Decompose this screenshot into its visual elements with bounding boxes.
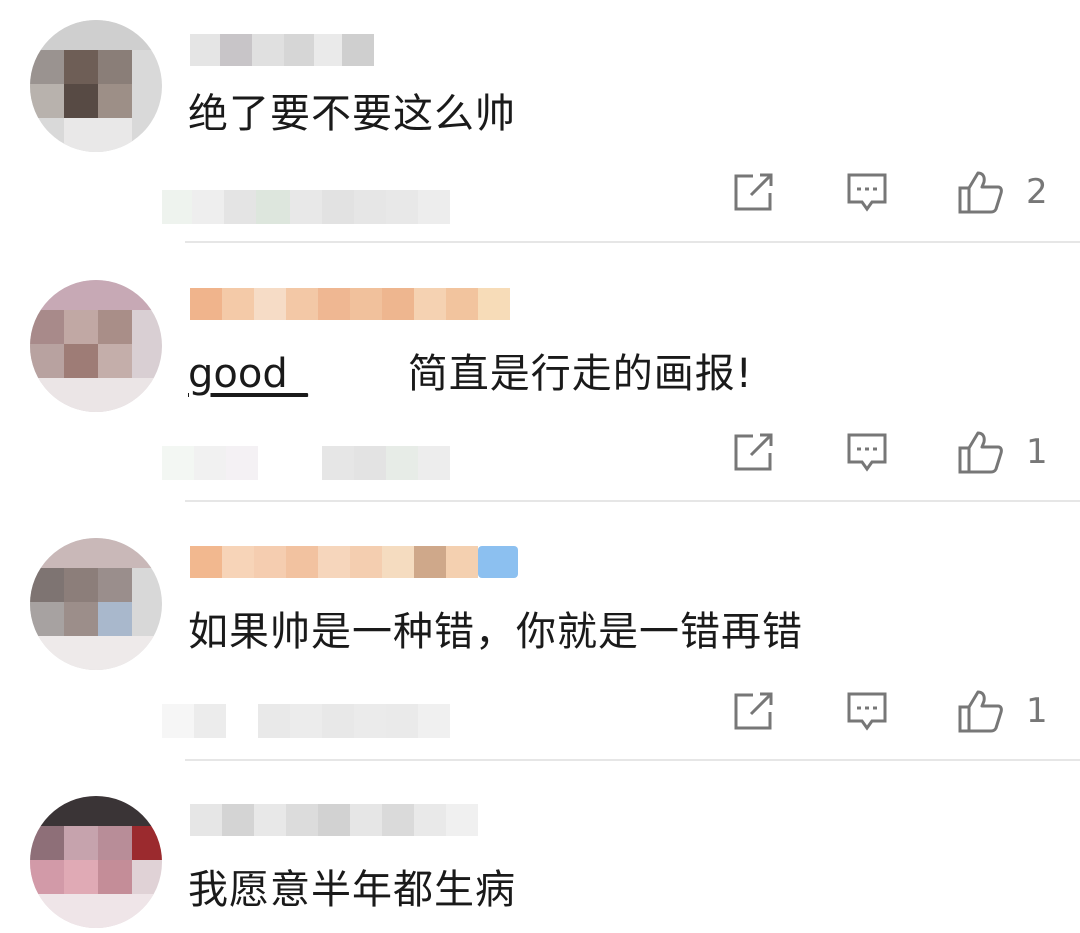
comment-text: 如果帅是一种错，你就是一错再错 <box>188 609 803 655</box>
comment-timestamp <box>162 190 450 226</box>
share-button[interactable] <box>733 691 775 731</box>
like-count: 2 <box>1026 172 1048 212</box>
comment-timestamp <box>162 446 450 482</box>
share-icon <box>734 433 773 471</box>
divider <box>185 759 1080 761</box>
username[interactable] <box>190 544 518 580</box>
divider <box>185 241 1080 243</box>
share-icon <box>734 173 773 211</box>
comment-text: good_ 简直是行走的画报! <box>188 351 753 397</box>
share-icon <box>734 692 773 730</box>
like-count: 1 <box>1026 691 1048 731</box>
comment-text: 绝了要不要这么帅 <box>188 91 516 137</box>
reply-icon <box>847 433 887 472</box>
like-button[interactable]: 1 <box>958 430 1048 474</box>
like-button[interactable]: 1 <box>958 689 1048 733</box>
avatar[interactable] <box>30 796 162 928</box>
avatar[interactable] <box>30 280 162 412</box>
comment-text: 我愿意半年都生病 <box>188 867 516 913</box>
reply-button[interactable] <box>846 172 888 212</box>
like-count: 1 <box>1026 432 1048 472</box>
reply-icon <box>847 173 887 212</box>
mention-tag[interactable]: good_ <box>188 351 308 397</box>
share-button[interactable] <box>733 172 775 212</box>
reply-button[interactable] <box>846 691 888 731</box>
username[interactable] <box>190 32 374 68</box>
reply-icon <box>847 692 887 731</box>
divider <box>185 500 1080 502</box>
avatar[interactable] <box>30 20 162 152</box>
thumbs-up-icon <box>958 431 1003 474</box>
thumbs-up-icon <box>958 690 1003 733</box>
reply-button[interactable] <box>846 432 888 472</box>
like-button[interactable]: 2 <box>958 170 1048 214</box>
avatar[interactable] <box>30 538 162 670</box>
share-button[interactable] <box>733 432 775 472</box>
username[interactable] <box>190 286 510 322</box>
thumbs-up-icon <box>958 171 1003 214</box>
username[interactable] <box>190 802 478 838</box>
comment-timestamp <box>162 704 450 740</box>
